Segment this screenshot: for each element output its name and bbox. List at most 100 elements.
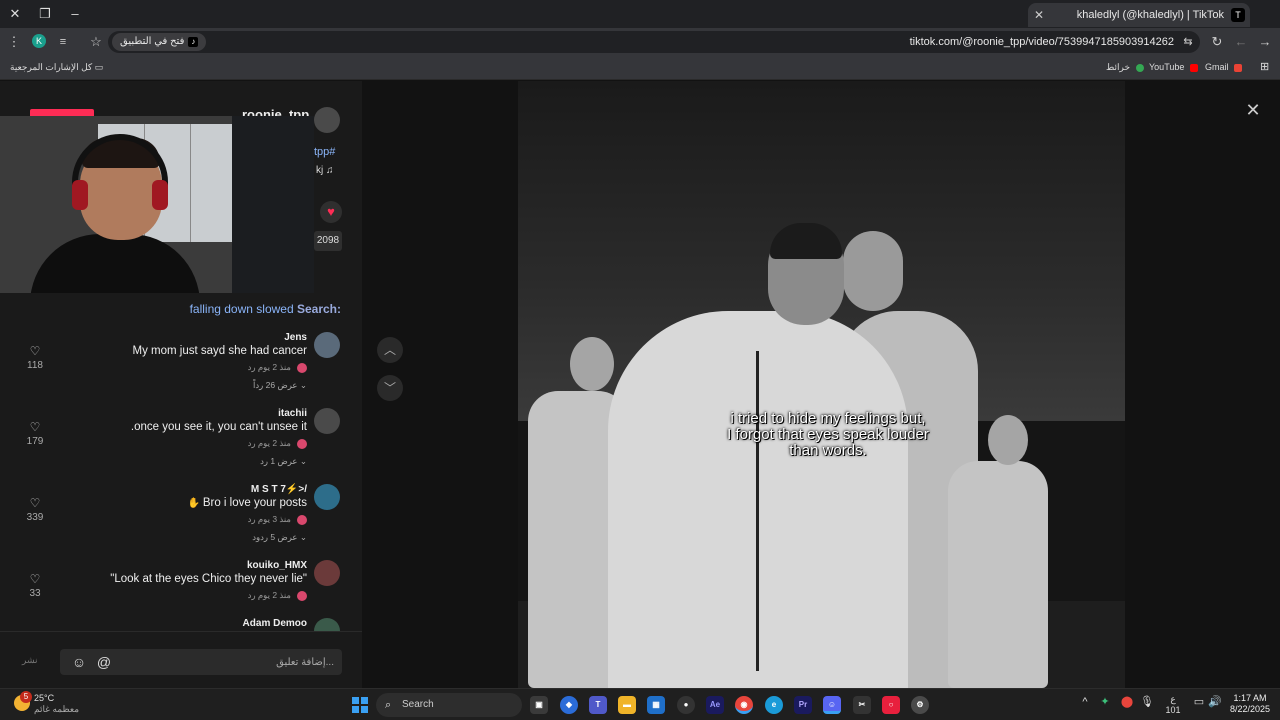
bookmark-star-icon[interactable]: ☆: [86, 32, 106, 52]
comment-avatar[interactable]: [314, 484, 340, 510]
copilot-icon[interactable]: ◆: [560, 696, 578, 714]
hashtag-link[interactable]: tpp#: [314, 146, 335, 158]
emoji-picker-icon[interactable]: ☺: [70, 653, 88, 671]
tab-title: khaledlyl (@khaledlyl) | TikTok: [1076, 9, 1224, 21]
video-player[interactable]: i tried to hide my feelings but, I forgo…: [518, 81, 1125, 688]
comment-username[interactable]: kouiko_HMX: [247, 560, 307, 571]
clock-date: 8/22/2025: [1229, 704, 1271, 714]
store-icon[interactable]: ▦: [647, 696, 665, 714]
comment-meta: منذ 3 يوم رد: [248, 514, 307, 525]
task-view-icon[interactable]: ▣: [530, 696, 548, 714]
file-explorer-icon[interactable]: ▬: [618, 696, 636, 714]
bookmark-youtube[interactable]: YouTube: [1149, 56, 1198, 78]
start-button[interactable]: [352, 697, 368, 713]
music-link[interactable]: kj ♫: [316, 165, 334, 176]
system-clock[interactable]: 1:17 AM 8/22/2025: [1226, 693, 1274, 715]
address-bar[interactable]: فتح في التطبيق ♪ tiktok.com/@roonie_tpp/v…: [108, 31, 1200, 53]
comment-meta: منذ 2 يوم رد: [248, 590, 307, 601]
minimize-window-icon[interactable]: –: [64, 4, 86, 24]
creator-liked-icon: [297, 438, 307, 449]
comment-username[interactable]: Jens: [284, 332, 307, 343]
input-language-indicator[interactable]: ع 101: [1164, 694, 1182, 716]
tiktok-icon: ♪: [188, 37, 199, 47]
comment-avatar[interactable]: [314, 618, 340, 632]
comment-username[interactable]: M S T 7⚡>/: [251, 484, 307, 495]
like-icon[interactable]: ♡: [26, 344, 44, 358]
volume-icon[interactable]: 🔊: [1208, 695, 1222, 709]
search-prefix: Search:: [296, 302, 341, 316]
comment-username[interactable]: Adam Demoo: [243, 618, 307, 629]
comment-meta-text[interactable]: منذ 2 يوم رد: [248, 362, 291, 372]
language-bottom: 101: [1165, 705, 1181, 715]
tab-search-icon[interactable]: ≡: [54, 32, 72, 52]
comment-avatar[interactable]: [314, 332, 340, 358]
next-video-button[interactable]: ﹀: [377, 375, 403, 401]
comment-text: .once you see it, you can't unsee it: [130, 421, 307, 433]
view-replies-button[interactable]: عرض 5 ردود ⌄: [252, 532, 307, 543]
weather-widget[interactable]: 5 25°C معظمه غائم: [14, 691, 79, 715]
creator-avatar[interactable]: [314, 107, 340, 133]
profile-avatar[interactable]: K: [32, 34, 46, 48]
search-suggestion[interactable]: falling down slowed Search:: [190, 302, 341, 316]
comment-meta-text[interactable]: منذ 2 يوم رد: [248, 438, 291, 448]
comment-item: Adam Demoo: [0, 618, 362, 632]
like-icon[interactable]: ♡: [26, 420, 44, 434]
view-replies-label: عرض 1 رد: [260, 456, 298, 466]
comment-username[interactable]: itachii: [278, 408, 307, 419]
tray-security-icon[interactable]: ⬤: [1120, 695, 1134, 709]
settings-gear-icon[interactable]: ⚙: [911, 696, 929, 714]
bookmark-maps[interactable]: خرائط: [1106, 56, 1144, 78]
github-icon[interactable]: ●: [677, 696, 695, 714]
mention-icon[interactable]: @: [95, 653, 113, 671]
apps-grid-icon[interactable]: ⊞: [1260, 56, 1269, 78]
network-icon[interactable]: ▭: [1192, 695, 1206, 709]
open-in-app-button[interactable]: فتح في التطبيق ♪: [112, 33, 207, 51]
discord-icon[interactable]: ☺: [823, 696, 841, 714]
edge-icon[interactable]: e: [765, 696, 783, 714]
comment-avatar[interactable]: [314, 408, 340, 434]
comment-avatar[interactable]: [314, 560, 340, 586]
menu-kebab-icon[interactable]: ⋮: [6, 32, 22, 52]
taskbar-search[interactable]: ⌕ Search: [376, 693, 522, 717]
heart-icon[interactable]: ♥: [320, 201, 342, 223]
after-effects-icon[interactable]: Ae: [706, 696, 724, 714]
bookmark-gmail[interactable]: Gmail: [1205, 56, 1243, 78]
search-icon: ⌕: [385, 699, 392, 711]
view-replies-button[interactable]: عرض 26 رداً ⌄: [253, 380, 307, 391]
comment-meta-text[interactable]: منذ 2 يوم رد: [248, 590, 291, 600]
view-replies-button[interactable]: عرض 1 رد ⌄: [260, 456, 307, 467]
microphone-icon[interactable]: 🎙: [1140, 695, 1154, 709]
tab-close-icon[interactable]: ✕: [1034, 3, 1044, 27]
all-bookmarks-label: كل الإشارات المرجعية: [10, 62, 93, 72]
view-replies-label: عرض 26 رداً: [253, 380, 298, 390]
search-query: falling down slowed: [189, 302, 294, 316]
like-icon[interactable]: ♡: [26, 572, 44, 586]
chrome-icon[interactable]: ◉: [735, 696, 753, 714]
caption-line: than words.: [789, 442, 867, 459]
url-text[interactable]: tiktok.com/@roonie_tpp/video/75399471859…: [910, 31, 1174, 53]
back-icon[interactable]: →: [1256, 32, 1274, 52]
premiere-pro-icon[interactable]: Pr: [794, 696, 812, 714]
restore-window-icon[interactable]: ❐: [34, 4, 56, 24]
forward-icon[interactable]: ←: [1232, 32, 1250, 52]
capcut-icon[interactable]: ✂: [853, 696, 871, 714]
browser-tab[interactable]: ✕ khaledlyl (@khaledlyl) | TikTok T: [1028, 3, 1250, 27]
like-icon[interactable]: ♡: [26, 496, 44, 510]
post-button[interactable]: نشر: [22, 655, 38, 666]
tray-app-icon[interactable]: ✦: [1098, 695, 1112, 709]
previous-video-button[interactable]: ︿: [377, 337, 403, 363]
reload-icon[interactable]: ↻: [1208, 32, 1226, 52]
temperature: 25°C: [34, 693, 55, 703]
close-video-icon[interactable]: ✕: [1240, 97, 1266, 123]
teams-icon[interactable]: T: [589, 696, 607, 714]
comment-text-content: Bro i love your posts: [202, 497, 307, 509]
comment-meta: منذ 2 يوم رد: [248, 362, 307, 373]
like-count: 179: [26, 436, 44, 447]
all-bookmarks-button[interactable]: كل الإشارات المرجعية ▭: [10, 56, 103, 78]
comment-meta-text[interactable]: منذ 3 يوم رد: [248, 514, 291, 524]
webcam-person-body: [30, 234, 200, 293]
close-window-icon[interactable]: ✕: [4, 4, 26, 24]
tray-chevron-icon[interactable]: ^: [1078, 695, 1092, 709]
app-icon-red[interactable]: ○: [882, 696, 900, 714]
site-settings-icon[interactable]: ⇆: [1180, 32, 1196, 52]
